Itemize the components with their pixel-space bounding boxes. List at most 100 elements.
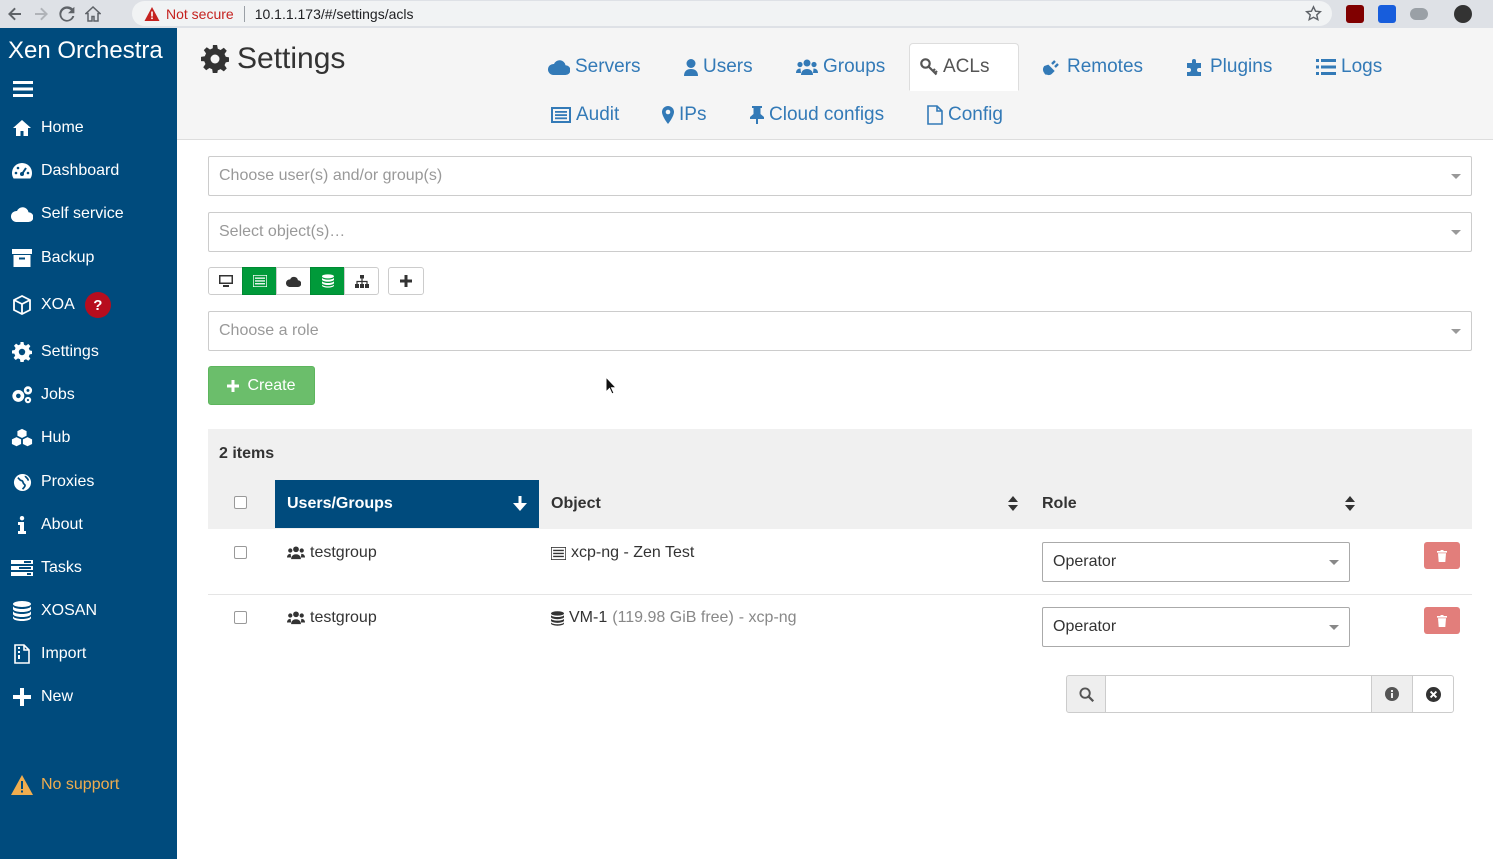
object-type-filter [208,267,379,295]
archive-icon [11,247,33,269]
tab-groups[interactable]: Groups [786,43,895,91]
column-object[interactable]: Object [539,480,1030,528]
tab-servers[interactable]: Servers [538,43,650,91]
no-support-link[interactable]: No support [0,765,119,805]
create-button[interactable]: Create [208,366,315,405]
tab-remotes[interactable]: Remotes [1032,43,1153,91]
sidebar-item-xoa[interactable]: XOA ? [0,285,177,325]
tab-cloud-configs[interactable]: Cloud configs [740,91,894,139]
sidebar-item-self-service[interactable]: Self service [0,194,177,234]
close-circle-icon [1425,686,1441,702]
tab-ips[interactable]: IPs [652,91,716,139]
bitwarden-extension-icon[interactable] [1378,5,1396,23]
trash-icon [1437,614,1447,627]
sort-icon [1008,496,1018,511]
home-icon [11,117,33,139]
filter-vm-button[interactable] [208,267,243,295]
file-icon [927,105,943,125]
role-select[interactable]: Choose a role [208,311,1472,351]
sidebar-item-proxies[interactable]: Proxies [0,462,177,502]
info-circle-icon [1385,687,1399,701]
sidebar-item-label: About [41,516,83,533]
chevron-down-icon [1451,230,1461,235]
sidebar-item-jobs[interactable]: Jobs [0,375,177,415]
row-checkbox[interactable] [234,611,247,624]
subjects-select[interactable]: Choose user(s) and/or group(s) [208,156,1472,196]
create-label: Create [247,376,296,394]
cloud-icon [11,203,33,225]
tab-config[interactable]: Config [917,91,1013,139]
column-users-groups[interactable]: Users/Groups [275,480,539,528]
sort-icon [1345,496,1355,511]
users-icon [796,59,818,76]
column-role[interactable]: Role [1030,480,1367,528]
audit-icon [551,107,571,123]
user-icon [684,58,698,76]
sidebar-item-import[interactable]: Import [0,634,177,674]
sidebar-item-hub[interactable]: Hub [0,418,177,458]
row-role-select[interactable]: Operator [1042,542,1350,582]
database-icon [551,610,564,626]
search-input[interactable] [1106,675,1372,713]
browser-toolbar: Not secure 10.1.1.173/#/settings/acls [0,0,1493,28]
add-object-button[interactable] [388,267,424,295]
sidebar-item-about[interactable]: About [0,505,177,545]
filter-network-button[interactable] [344,267,379,295]
database-icon [11,600,33,622]
reload-icon[interactable] [56,3,78,25]
gears-icon [11,384,33,406]
clear-filter-button[interactable] [1412,675,1454,713]
address-bar[interactable]: Not secure 10.1.1.173/#/settings/acls [132,1,1332,26]
thumbtack-icon [750,106,764,124]
sidebar-item-dashboard[interactable]: Dashboard [0,151,177,191]
xoa-help-badge[interactable]: ? [84,292,111,318]
row-checkbox[interactable] [234,546,247,559]
home-page-icon[interactable] [82,3,104,25]
tab-users[interactable]: Users [674,43,763,91]
column-label: Users/Groups [287,495,393,512]
filter-help-button[interactable] [1371,675,1413,713]
chevron-down-icon [1451,329,1461,334]
sidebar-item-tasks[interactable]: Tasks [0,548,177,588]
back-icon[interactable] [4,3,26,25]
tab-logs[interactable]: Logs [1306,43,1392,91]
brand-title[interactable]: Xen Orchestra [8,37,163,65]
server-icon [252,275,267,287]
row-role-select[interactable]: Operator [1042,607,1350,647]
sort-desc-icon [513,496,527,511]
no-support-label: No support [41,776,120,793]
sidebar-item-label: Jobs [41,386,75,403]
filter-host-button[interactable] [242,267,277,295]
filter-sr-button[interactable] [310,267,345,295]
sidebar-item-xosan[interactable]: XOSAN [0,591,177,631]
delete-acl-button[interactable] [1424,607,1460,634]
sidebar-item-settings[interactable]: Settings [0,332,177,372]
role-value: Operator [1053,553,1117,570]
objects-select[interactable]: Select object(s)… [208,212,1472,252]
sidebar-item-label: Self service [41,205,124,222]
object-name: VM-1 [569,609,608,626]
forward-icon[interactable] [30,3,52,25]
menu-icon[interactable] [13,81,33,97]
profile-avatar[interactable] [1454,5,1472,23]
tab-plugins[interactable]: Plugins [1177,43,1282,91]
extension-icon[interactable] [1410,8,1428,20]
filter-pool-button[interactable] [276,267,311,295]
dashboard-icon [11,160,33,182]
subject-name: testgroup [310,609,377,626]
select-all-checkbox[interactable] [234,496,247,509]
tab-audit[interactable]: Audit [541,91,629,139]
delete-acl-button[interactable] [1424,542,1460,569]
chevron-down-icon [1329,560,1339,565]
sidebar-item-new[interactable]: New [0,677,177,717]
security-label: Not secure [166,5,234,22]
tab-acls[interactable]: ACLs [909,43,1019,91]
ublock-extension-icon[interactable] [1346,5,1364,23]
sidebar-item-backup[interactable]: Backup [0,238,177,278]
tab-label: Servers [575,56,641,77]
sidebar-item-home[interactable]: Home [0,108,177,148]
column-label: Role [1042,495,1077,512]
bookmark-star-icon[interactable] [1305,5,1322,22]
page-title-text: Settings [237,42,346,75]
users-icon [287,611,305,625]
